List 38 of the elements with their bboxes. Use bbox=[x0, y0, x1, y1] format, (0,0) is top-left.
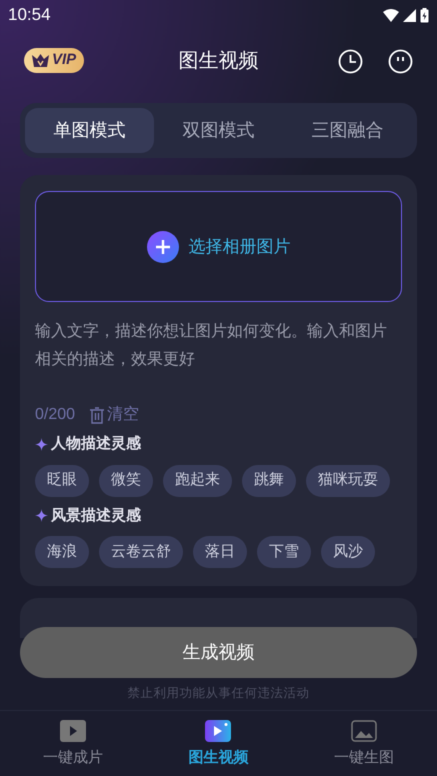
wifi-icon bbox=[383, 8, 399, 22]
inspiration-chip[interactable]: 跑起来 bbox=[163, 464, 232, 496]
inspiration-chip[interactable]: 跳舞 bbox=[242, 464, 296, 496]
status-time: 10:54 bbox=[8, 4, 51, 26]
mode-tab[interactable]: 单图模式 bbox=[25, 108, 154, 153]
generate-video-button[interactable]: 生成视频 bbox=[20, 627, 417, 678]
play-icon bbox=[205, 720, 232, 742]
page-title: 图生视频 bbox=[178, 49, 258, 74]
inspiration-chip[interactable]: 下雪 bbox=[257, 536, 311, 568]
character-counter: 0/200 bbox=[35, 405, 76, 425]
inspiration-chip[interactable]: 云卷云舒 bbox=[99, 536, 183, 568]
nav-tab[interactable]: 一键生图 bbox=[291, 711, 437, 776]
mode-tab[interactable]: 双图模式 bbox=[154, 108, 283, 153]
face-icon[interactable] bbox=[388, 49, 413, 74]
plus-icon bbox=[146, 230, 178, 262]
history-clock-icon[interactable] bbox=[338, 49, 363, 74]
inspiration-chip[interactable]: 猫咪玩耍 bbox=[306, 464, 390, 496]
mode-tab[interactable]: 三图融合 bbox=[283, 108, 412, 153]
inspiration-chip[interactable]: 风沙 bbox=[321, 536, 375, 568]
image-icon bbox=[351, 720, 378, 742]
crown-icon bbox=[32, 54, 49, 67]
inspiration-chip[interactable]: 微笑 bbox=[99, 464, 153, 496]
nav-tab[interactable]: 一键成片 bbox=[0, 711, 146, 776]
sparkle-icon bbox=[35, 438, 48, 451]
battery-icon bbox=[420, 8, 429, 22]
nav-tab[interactable]: 图生视频 bbox=[146, 711, 292, 776]
sparkle-icon bbox=[35, 509, 48, 522]
section-heading: 人物描述灵感 bbox=[51, 434, 141, 454]
section-heading: 风景描述灵感 bbox=[51, 506, 141, 526]
prompt-input[interactable]: 输入文字，描述你想让图片如何变化。输入和图片相关的描述，效果更好 bbox=[35, 318, 402, 392]
play-icon bbox=[60, 720, 86, 742]
inspiration-chip[interactable]: 海浪 bbox=[35, 536, 89, 568]
trash-icon bbox=[89, 406, 106, 424]
select-image-button[interactable]: 选择相册图片 bbox=[35, 191, 402, 302]
vip-badge[interactable]: VIP bbox=[24, 48, 84, 73]
inspiration-chip[interactable]: 眨眼 bbox=[35, 464, 89, 496]
inspiration-chip[interactable]: 落日 bbox=[193, 536, 247, 568]
signal-icon bbox=[403, 8, 416, 22]
